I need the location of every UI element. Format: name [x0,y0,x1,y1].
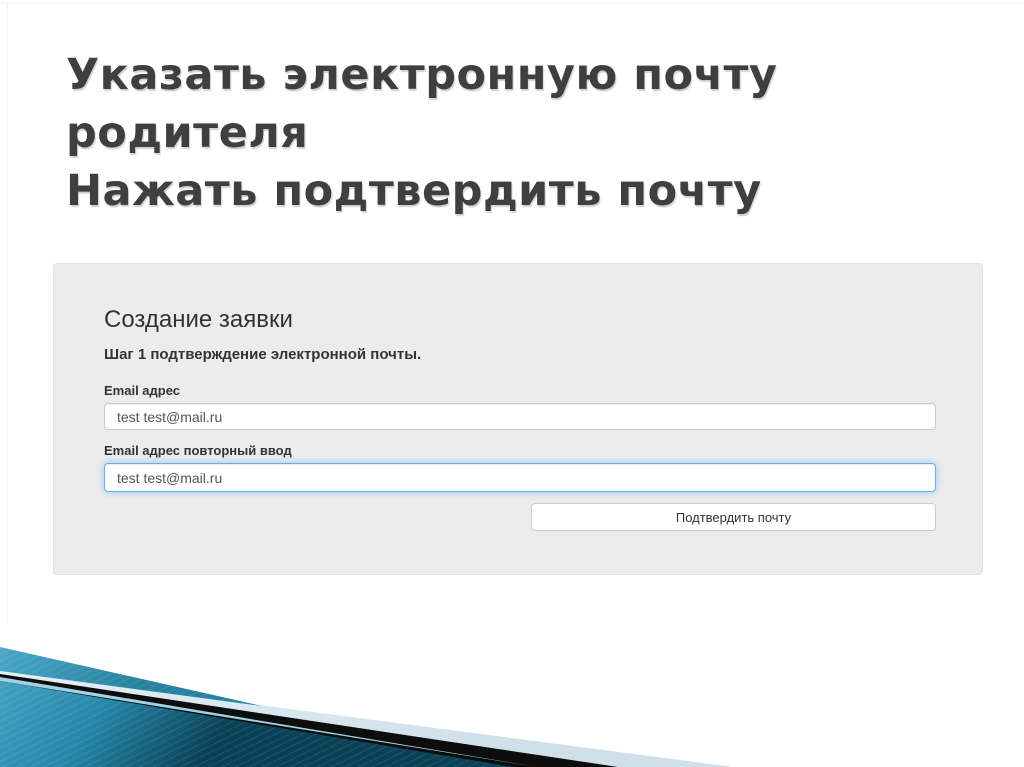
slide-frame-top-line [0,3,1024,4]
ribbon-highlight-edge [0,677,537,767]
email-label: Email адрес [104,383,181,398]
form-step-subheading: Шаг 1 подтверждение электронной почты. [104,346,422,363]
form-heading: Создание заявки [104,306,293,333]
presentation-slide: Указать электронную почту родителя Нажат… [0,0,1024,767]
ribbon-pale-stripe [0,671,733,767]
ribbon-teal-upper-band [0,647,262,706]
confirm-email-button[interactable]: Подтвердить почту [531,503,936,531]
ribbon-teal-field [0,681,513,767]
ribbon-teal-field-texture [0,681,513,767]
email-repeat-input[interactable] [104,463,936,492]
title-line-1: Указать электронную почту [66,50,778,100]
email-input[interactable] [104,403,936,430]
email-repeat-label: Email адрес повторный ввод [104,443,292,458]
slide-title: Указать электронную почту родителя Нажат… [66,46,906,220]
form-card: Создание заявки Шаг 1 подтверждение элек… [53,263,983,575]
title-line-3: Нажать подтвердить почту [66,166,762,216]
title-line-2: родителя [66,108,309,158]
ribbon-teal-upper-band-texture [0,647,262,706]
slide-frame-left-line [7,3,8,623]
ribbon-black-stripe [0,674,618,767]
